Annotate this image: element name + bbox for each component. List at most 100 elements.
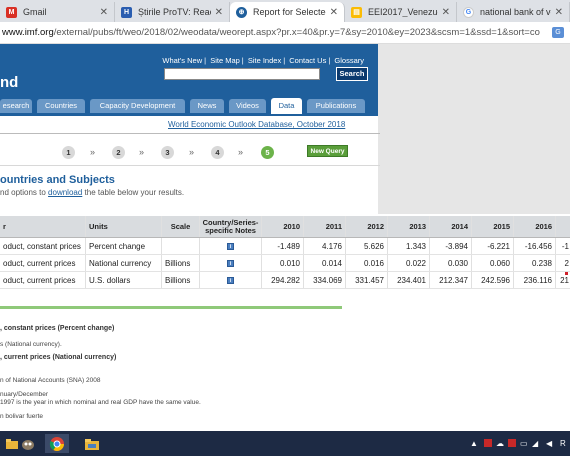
document-icon: ▤ — [351, 6, 362, 18]
info-icon[interactable]: i — [227, 276, 234, 284]
tab-document[interactable]: ▤ EEI2017_Venezuela_cr ✕ — [345, 2, 457, 22]
translate-icon[interactable]: G — [552, 27, 564, 38]
cell-notes: i — [200, 272, 262, 288]
step-3[interactable]: 3 — [161, 146, 174, 159]
nav-data[interactable]: Data — [271, 98, 302, 115]
section-subtitle: nd options to download the table below y… — [0, 188, 184, 197]
download-link[interactable]: download — [48, 188, 82, 197]
site-search-button[interactable]: Search — [336, 67, 368, 81]
tab-google[interactable]: G national bank of vene ✕ — [457, 2, 570, 22]
link-contact-us[interactable]: Contact Us — [287, 56, 328, 65]
cell-2012: 5.626 — [346, 238, 388, 254]
nav-news[interactable]: News — [190, 99, 224, 113]
col-notes[interactable]: Country/Series-specific Notes — [200, 216, 262, 237]
site-nav: esearch Countries Capacity Development N… — [0, 97, 380, 115]
table-header-row: r Units Scale Country/Series-specific No… — [0, 216, 570, 238]
col-subject[interactable]: r — [0, 216, 86, 237]
cell-2016: -16.456 — [514, 238, 556, 254]
tab-label: EEI2017_Venezuela_cr — [368, 7, 438, 17]
close-icon[interactable]: ✕ — [330, 7, 338, 18]
link-site-map[interactable]: Site Map — [208, 56, 242, 65]
close-icon[interactable]: ✕ — [442, 7, 450, 18]
address-bar[interactable]: www.imf.org/external/pubs/ft/weo/2018/02… — [0, 22, 570, 44]
col-scale[interactable]: Scale — [162, 216, 200, 237]
language-icon[interactable]: R — [560, 439, 566, 448]
gmail-icon: M — [6, 6, 17, 18]
subtitle-text: the table below your results. — [82, 188, 185, 197]
windows-taskbar: ▲ ☁ ▭ ◢ ◀ R — [0, 431, 570, 456]
col-2014[interactable]: 2014 — [430, 216, 472, 237]
col-2011[interactable]: 2011 — [304, 216, 346, 237]
divider — [0, 165, 380, 166]
step-2[interactable]: 2 — [112, 146, 125, 159]
url-text[interactable]: www.imf.org/external/pubs/ft/weo/2018/02… — [0, 27, 540, 38]
cell-2012: 0.016 — [346, 255, 388, 271]
col-2010[interactable]: 2010 — [262, 216, 304, 237]
cell-2011: 4.176 — [304, 238, 346, 254]
tray-red-app-icon[interactable] — [484, 439, 492, 449]
close-icon[interactable]: ✕ — [555, 7, 563, 18]
network-icon[interactable]: ◢ — [532, 439, 538, 448]
new-query-button[interactable]: New Query — [307, 145, 348, 157]
cell-scale: Billions — [162, 255, 200, 271]
tab-label: Gmail — [23, 7, 47, 17]
info-icon[interactable]: i — [227, 259, 234, 267]
nav-videos[interactable]: Videos — [229, 99, 266, 113]
page-margin — [378, 44, 570, 214]
cell-subject: oduct, constant prices — [0, 238, 86, 254]
cell-units: National currency — [86, 255, 162, 271]
browser-tab-strip: M Gmail ✕ H Știrile ProTV: Reactia ✕ ⊕ R… — [0, 0, 570, 22]
note-text: 1997 is the year in which nominal and re… — [0, 399, 201, 406]
volume-icon[interactable]: ◀ — [546, 439, 552, 448]
link-whats-new[interactable]: What's New — [160, 56, 204, 65]
site-search-input[interactable] — [164, 68, 320, 80]
col-2016[interactable]: 2016 — [514, 216, 556, 237]
note-heading: , constant prices (Percent change) — [0, 325, 115, 332]
cell-scale — [162, 238, 200, 254]
tray-up-arrow-icon[interactable]: ▲ — [470, 439, 478, 448]
cell-2015: 0.060 — [472, 255, 514, 271]
cell-2010: 0.010 — [262, 255, 304, 271]
cell-2016: 0.238 — [514, 255, 556, 271]
tray-app-icon[interactable] — [508, 439, 516, 449]
link-site-index[interactable]: Site Index — [246, 56, 283, 65]
battery-icon[interactable]: ▭ — [520, 439, 528, 448]
close-icon[interactable]: ✕ — [215, 7, 223, 18]
cell-2015: -6.221 — [472, 238, 514, 254]
cell-notes: i — [200, 255, 262, 271]
step-1[interactable]: 1 — [62, 146, 75, 159]
section-divider-bar — [0, 306, 342, 309]
tab-imf-report[interactable]: ⊕ Report for Selected C ✕ — [230, 2, 345, 22]
nav-capacity-development[interactable]: Capacity Development — [90, 99, 185, 113]
query-steps: 1 » 2 » 3 » 4 » 5 New Query — [0, 140, 380, 166]
cell-2010: -1.489 — [262, 238, 304, 254]
note-text: n of National Accounts (SNA) 2008 — [0, 377, 101, 384]
cell-2013: 1.343 — [388, 238, 430, 254]
cell-2017: 2 — [564, 258, 569, 268]
col-2012[interactable]: 2012 — [346, 216, 388, 237]
nav-countries[interactable]: Countries — [37, 99, 85, 113]
nav-research[interactable]: esearch — [0, 99, 32, 113]
nav-publications[interactable]: Publications — [307, 99, 365, 113]
step-4[interactable]: 4 — [211, 146, 224, 159]
chevron-right-icon: » — [238, 147, 244, 157]
info-icon[interactable]: i — [227, 242, 234, 250]
folder-icon[interactable] — [80, 434, 104, 453]
tab-protv[interactable]: H Știrile ProTV: Reactia ✕ — [115, 2, 230, 22]
cell-2012: 331.457 — [346, 272, 388, 288]
divider — [0, 133, 380, 134]
app-gimp-icon[interactable] — [16, 434, 40, 453]
link-glossary[interactable]: Glossary — [332, 56, 366, 65]
google-icon: G — [463, 6, 474, 18]
col-2015[interactable]: 2015 — [472, 216, 514, 237]
weo-database-link[interactable]: World Economic Outlook Database, October… — [168, 120, 345, 129]
site-brand[interactable]: nd — [0, 74, 18, 91]
col-units[interactable]: Units — [86, 216, 162, 237]
close-icon[interactable]: ✕ — [100, 7, 108, 18]
col-2013[interactable]: 2013 — [388, 216, 430, 237]
chrome-icon[interactable] — [45, 434, 69, 453]
table-row: oduct, current prices National currency … — [0, 255, 570, 272]
col-2017[interactable] — [556, 216, 570, 237]
tray-cloud-icon[interactable]: ☁ — [496, 439, 504, 448]
tab-gmail[interactable]: M Gmail ✕ — [0, 2, 115, 22]
